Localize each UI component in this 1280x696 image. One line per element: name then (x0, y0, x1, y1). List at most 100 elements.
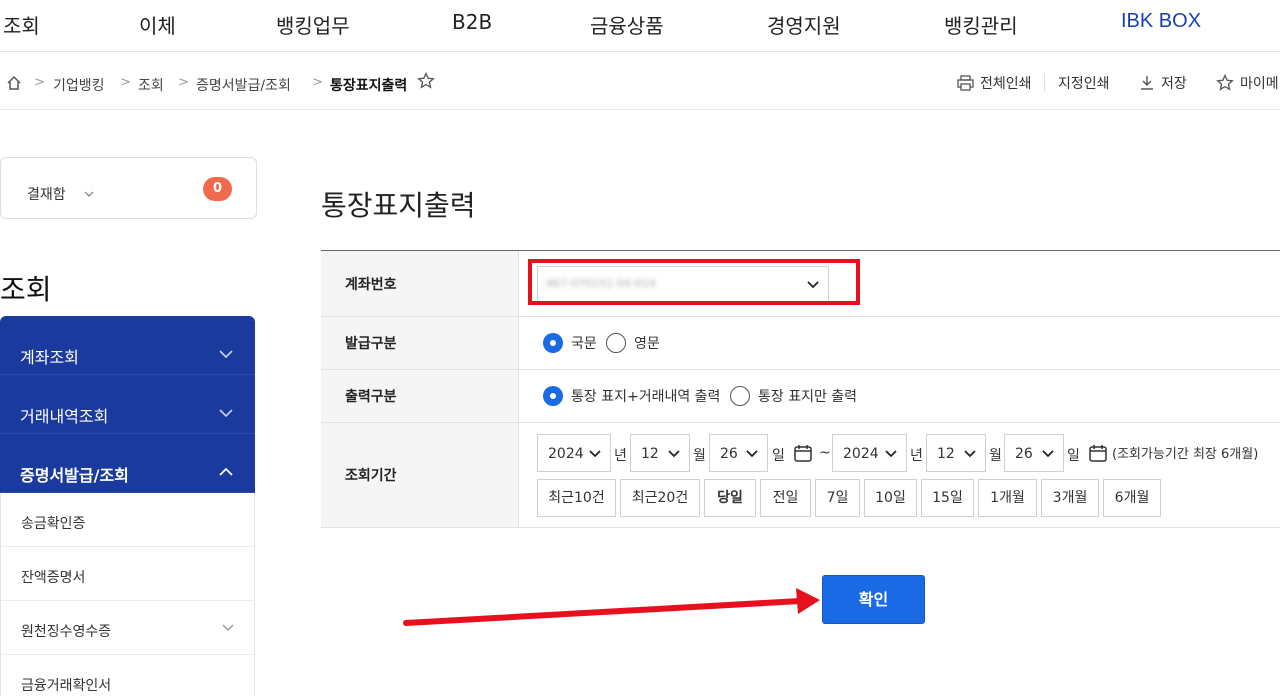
sidebar-group-certificate[interactable]: 증명서발급/조회 (0, 434, 255, 493)
account-label: 계좌번호 (345, 276, 397, 293)
form-row-output-type: 출력구분 통장 표지+거래내역 출력 통장 표지만 출력 (321, 370, 1280, 423)
sidebar-group-transaction-inquiry[interactable]: 거래내역조회 (0, 375, 255, 434)
sidebar-item-withholding-receipt[interactable]: 원천징수영수증 (0, 601, 255, 655)
quick-recent-10[interactable]: 최근10건 (537, 479, 616, 517)
quick-7-days[interactable]: 7일 (815, 479, 860, 517)
download-icon (1141, 76, 1153, 90)
month-unit: 월 (989, 448, 1002, 464)
sidebar-item-financial-transaction-confirmation[interactable]: 금융거래확인서 (0, 655, 255, 696)
nav-b2b[interactable]: B2B (452, 10, 492, 34)
breadcrumb-separator: > (34, 75, 45, 90)
select-value: 26 (720, 446, 738, 462)
quick-15-days[interactable]: 15일 (921, 479, 974, 517)
chevron-down-icon (668, 450, 680, 458)
select-value: 26 (1015, 446, 1033, 462)
select-value: 12 (641, 446, 659, 462)
chevron-down-icon (885, 450, 897, 458)
radio-cover-only[interactable]: 통장 표지만 출력 (730, 386, 857, 406)
radio-english[interactable]: 영문 (606, 333, 660, 353)
sidebar-item-balance-certificate[interactable]: 잔액증명서 (0, 547, 255, 601)
radio-selected-icon (543, 333, 563, 353)
form-row-period: 조회기간 2024 년 12 월 26 일 ~ 2024 년 12 월 26 일… (321, 423, 1280, 528)
chevron-down-icon (746, 450, 758, 458)
print-all-button[interactable]: 전체인쇄 (957, 73, 1032, 93)
sidebar-group-account-inquiry[interactable]: 계좌조회 (0, 316, 255, 375)
save-button[interactable]: 저장 (1139, 73, 1187, 93)
confirm-button[interactable]: 확인 (822, 575, 925, 624)
year-unit: 년 (910, 448, 923, 464)
quick-today[interactable]: 당일 (704, 479, 756, 517)
form-label-cell: 발급구분 (321, 317, 519, 369)
nav-inquiry[interactable]: 조회 (3, 10, 40, 39)
nav-banking-management[interactable]: 뱅킹관리 (944, 10, 1018, 39)
chevron-down-icon (589, 450, 601, 458)
from-day-select[interactable]: 26 (709, 434, 768, 472)
page-title: 통장표지출력 (321, 189, 476, 222)
period-note: (조회가능기간 최장 6개월) (1112, 447, 1259, 462)
breadcrumb-current: 통장표지출력 (330, 78, 408, 94)
breadcrumb-separator: > (312, 75, 323, 90)
my-menu-button[interactable]: 마이메 (1216, 73, 1279, 93)
calendar-icon[interactable] (1088, 443, 1108, 463)
quick-recent-20[interactable]: 최근20건 (620, 479, 700, 517)
output-label: 출력구분 (345, 389, 397, 405)
nav-management-support[interactable]: 경영지원 (767, 10, 841, 39)
to-day-select[interactable]: 26 (1004, 434, 1064, 472)
save-label: 저장 (1161, 76, 1187, 92)
favorite-star-icon[interactable] (417, 72, 435, 90)
chevron-down-icon (219, 350, 233, 359)
calendar-icon[interactable] (793, 443, 813, 463)
form-label-cell: 출력구분 (321, 370, 519, 422)
radio-korean[interactable]: 국문 (543, 333, 597, 353)
sidebar-group-label: 계좌조회 (20, 348, 79, 367)
nav-ibk-box[interactable]: IBK BOX (1121, 10, 1201, 33)
quick-1-month[interactable]: 1개월 (978, 479, 1037, 517)
quick-3-months[interactable]: 3개월 (1041, 479, 1099, 517)
form-row-issue-type: 발급구분 국문 영문 (321, 317, 1280, 370)
date-range-tilde: ~ (819, 445, 831, 461)
quick-10-days[interactable]: 10일 (864, 479, 917, 517)
sidebar-menu: 계좌조회 거래내역조회 증명서발급/조회 송금확인증 잔액증명서 원천징수영수증 (0, 316, 255, 696)
select-value: 12 (937, 446, 955, 462)
chevron-down-icon (222, 624, 234, 631)
form-label-cell: 조회기간 (321, 423, 519, 527)
breadcrumb-certificate[interactable]: 증명서발급/조회 (196, 75, 291, 95)
from-year-select[interactable]: 2024 (537, 434, 611, 472)
breadcrumb: > 기업뱅킹 > 조회 > 증명서발급/조회 > 통장표지출력 전체인쇄 지정인… (0, 53, 1280, 110)
form-label-cell: 계좌번호 (321, 251, 519, 316)
period-label: 조회기간 (345, 468, 397, 484)
year-unit: 년 (614, 448, 627, 464)
radio-label: 통장 표지+거래내역 출력 (571, 389, 721, 405)
sidebar-item-remittance-confirmation[interactable]: 송금확인증 (0, 493, 255, 547)
top-navigation: 조회 이체 뱅킹업무 B2B 금융상품 경영지원 뱅킹관리 IBK BOX (0, 0, 1280, 52)
quick-yesterday[interactable]: 전일 (760, 479, 811, 517)
nav-banking-work[interactable]: 뱅킹업무 (276, 10, 350, 39)
to-month-select[interactable]: 12 (926, 434, 986, 472)
tool-divider (1044, 74, 1045, 92)
breadcrumb-corporate-banking[interactable]: 기업뱅킹 (53, 75, 105, 95)
from-month-select[interactable]: 12 (630, 434, 690, 472)
nav-financial-products[interactable]: 금융상품 (590, 10, 664, 39)
printer-icon (957, 75, 974, 91)
to-year-select[interactable]: 2024 (832, 434, 907, 472)
nav-transfer[interactable]: 이체 (139, 10, 176, 39)
sidebar-item-label: 원천징수영수증 (21, 624, 112, 640)
breadcrumb-separator: > (178, 75, 189, 90)
quick-6-months[interactable]: 6개월 (1103, 479, 1161, 517)
star-icon (1216, 74, 1234, 91)
radio-unselected-icon (606, 333, 626, 353)
issue-label: 발급구분 (345, 336, 397, 352)
breadcrumb-inquiry[interactable]: 조회 (138, 75, 164, 95)
chevron-down-icon (219, 409, 233, 418)
print-selected-button[interactable]: 지정인쇄 (1058, 73, 1110, 93)
page: 조회 이체 뱅킹업무 B2B 금융상품 경영지원 뱅킹관리 IBK BOX > … (0, 0, 1280, 696)
select-value: 2024 (548, 446, 584, 462)
sidebar-item-label: 송금확인증 (21, 516, 86, 532)
radio-selected-icon (543, 386, 563, 406)
radio-cover-and-transactions[interactable]: 통장 표지+거래내역 출력 (543, 386, 720, 406)
sidebar-item-label: 잔액증명서 (21, 570, 86, 586)
radio-label: 통장 표지만 출력 (758, 389, 858, 405)
home-icon[interactable] (6, 75, 22, 91)
chevron-up-icon (219, 467, 233, 476)
approval-count-badge: 0 (203, 177, 232, 201)
